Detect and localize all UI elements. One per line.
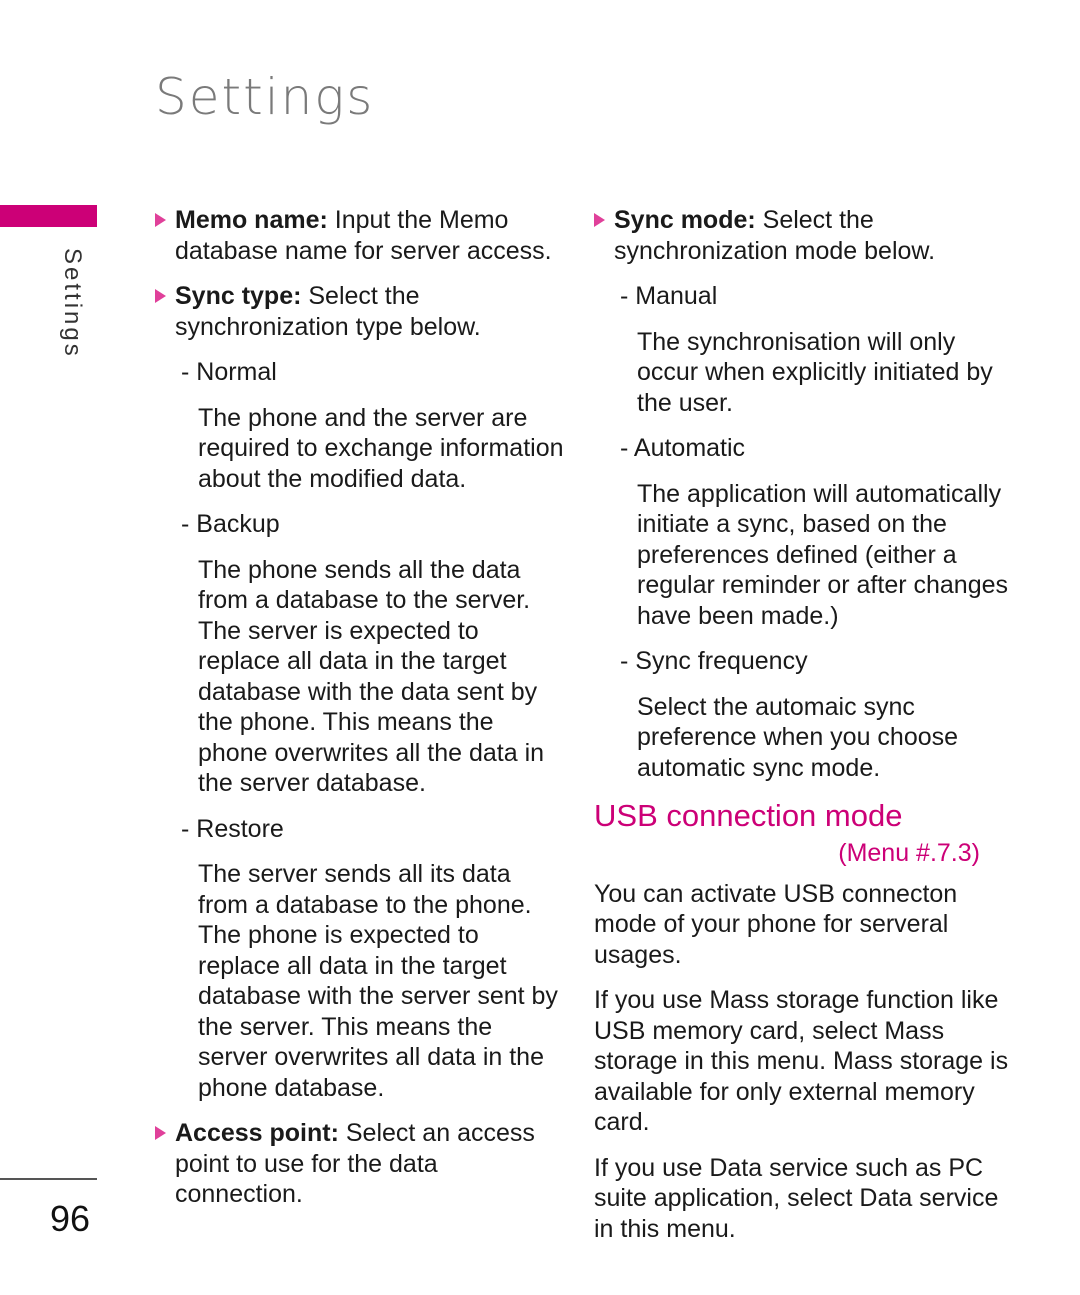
automatic-title: - Automatic bbox=[620, 434, 746, 462]
usb-menu-ref: (Menu #.7.3) bbox=[838, 839, 980, 867]
bullet-arrow-icon bbox=[155, 213, 166, 227]
sync-type-label: Sync type: bbox=[175, 282, 302, 310]
access-point-label: Access point: bbox=[175, 1119, 339, 1147]
sync-type-item: Sync type: Select the synchronization ty… bbox=[155, 281, 565, 342]
usb-heading: USB connection mode bbox=[594, 798, 903, 833]
section-tab-marker bbox=[0, 205, 97, 227]
restore-title: - Restore bbox=[181, 814, 284, 843]
side-section-label: Settings bbox=[59, 248, 86, 359]
normal-desc: The phone and the server are required to… bbox=[198, 403, 564, 493]
backup-desc: The phone sends all the data from a data… bbox=[198, 555, 545, 798]
frequency-title: - Sync frequency bbox=[620, 647, 808, 675]
backup-title: - Backup bbox=[181, 510, 280, 538]
usb-para-1: You can activate USB connecton mode of y… bbox=[594, 879, 958, 969]
access-point-item: Access point: Select an access point to … bbox=[155, 1118, 565, 1210]
manual-title: - Manual bbox=[620, 282, 718, 310]
footer-rule bbox=[0, 1178, 97, 1180]
usb-para-2: If you use Mass storage function like US… bbox=[594, 986, 1009, 1136]
page-title: Settings bbox=[155, 68, 375, 126]
bullet-arrow-icon bbox=[594, 213, 605, 227]
page-number: 96 bbox=[50, 1198, 91, 1239]
restore-desc: The server sends all its data from a dat… bbox=[198, 860, 558, 1102]
memo-name-item: Memo name: Input the Memo database name … bbox=[155, 205, 565, 266]
memo-name-label: Memo name: bbox=[175, 206, 328, 234]
automatic-desc: The application will automatically initi… bbox=[637, 479, 1009, 630]
sync-mode-item: Sync mode: Select the synchronization mo… bbox=[594, 205, 1014, 266]
manual-desc: The synchronisation will only occur when… bbox=[637, 327, 993, 417]
bullet-arrow-icon bbox=[155, 1126, 166, 1140]
bullet-arrow-icon bbox=[155, 289, 166, 303]
normal-title: - Normal bbox=[181, 358, 277, 386]
left-column: Memo name: Input the Memo database name … bbox=[155, 205, 565, 1225]
sync-mode-label: Sync mode: bbox=[614, 206, 756, 234]
usb-para-3: If you use Data service such as PC suite… bbox=[594, 1153, 999, 1243]
frequency-desc: Select the automaic sync preference when… bbox=[637, 692, 959, 782]
right-column: Sync mode: Select the synchronization mo… bbox=[594, 205, 1014, 1259]
